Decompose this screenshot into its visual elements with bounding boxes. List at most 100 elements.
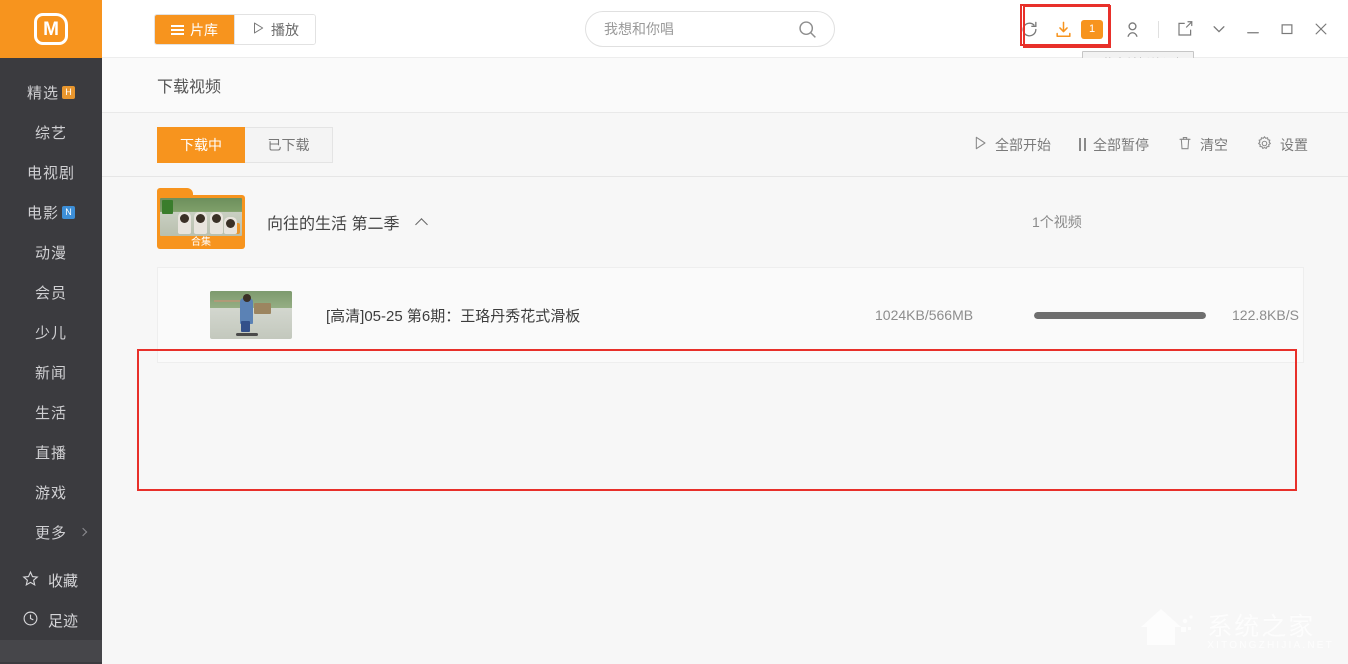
person-icon[interactable] [1115,12,1149,46]
clear-label: 清空 [1200,135,1228,155]
chevron-right-icon [79,528,87,536]
download-count-badge[interactable]: 1 [1081,20,1103,39]
thumb-box [254,303,271,314]
edit-icon[interactable] [1168,12,1202,46]
watermark-title: 系统之家 [1207,607,1334,643]
mode-switch: 片库 播放 [154,14,316,45]
sidebar-item-label: 精选 [27,82,59,103]
download-item-speed: 122.8KB/S [1232,307,1299,323]
sidebar-item-jingxuan[interactable]: 精选 H [0,72,102,112]
sidebar-item-label: 综艺 [35,122,67,143]
tab-downloading[interactable]: 下载中 [157,127,245,163]
sidebar-item-youxi[interactable]: 游戏 [0,472,102,512]
gear-icon [1256,135,1273,155]
window-controls: 1 [1012,12,1338,46]
sidebar-item-zongyi[interactable]: 综艺 [0,112,102,152]
thumb-skateboard [236,333,258,336]
sidebar-nav: 精选 H 综艺 电视剧 电影 N 动漫 会员 少儿 新闻 [0,58,102,552]
sidebar-item-partial[interactable] [0,640,102,662]
sidebar: 精选 H 综艺 电视剧 电影 N 动漫 会员 少儿 新闻 [0,0,102,664]
album-group-header[interactable]: 合集 向往的生活 第二季 1个视频 [102,191,1348,253]
search-input[interactable] [586,21,797,37]
settings-label: 设置 [1280,135,1308,155]
watermark-logo-icon [1135,603,1199,654]
pause-all-button[interactable]: 全部暂停 [1079,135,1149,155]
thumb-legs [241,321,250,332]
download-progress-fill [1034,312,1206,319]
search-icon[interactable] [797,19,818,40]
toolbar-divider [1158,21,1159,38]
start-all-label: 全部开始 [995,135,1051,155]
sidebar-item-label: 会员 [35,282,67,303]
folder-body-shape: 合集 [157,195,245,249]
thumb-rail [214,300,240,310]
sidebar-item-dianying[interactable]: 电影 N [0,192,102,232]
watermark-url: XITONGZHIJIA.NET [1207,640,1334,651]
sidebar-item-label: 动漫 [35,242,67,263]
settings-button[interactable]: 设置 [1256,135,1308,155]
refresh-icon[interactable] [1012,12,1046,46]
sidebar-bottom-nav: 收藏 足迹 [0,560,102,664]
search-box[interactable] [585,11,835,47]
preview-person [178,212,191,234]
main-content: 下载视频 下载中 已下载 全部开始 [102,58,1348,664]
sidebar-item-label: 直播 [35,442,67,463]
mango-tv-logo-icon [34,13,68,45]
tab-play-label: 播放 [271,20,299,40]
preview-green-badge [162,200,173,214]
app-logo[interactable] [0,0,102,58]
badge-h-icon: H [62,86,75,99]
download-icon[interactable] [1046,12,1080,46]
pause-icon [1079,138,1086,151]
download-tabs: 下载中 已下载 [157,127,333,163]
download-progress-bar[interactable] [1034,312,1206,319]
download-item-row[interactable]: [高清]05-25 第6期：王珞丹秀花式滑板 1024KB/566MB 122.… [157,267,1304,363]
star-icon [22,570,39,591]
toolbar-actions: 全部开始 全部暂停 清空 [972,135,1308,155]
start-all-button[interactable]: 全部开始 [972,135,1051,155]
download-item-highlight-box [137,349,1297,491]
chevron-down-icon[interactable] [1202,12,1236,46]
preview-person [224,217,237,234]
album-title: 向往的生活 第二季 [267,210,399,234]
tab-library[interactable]: 片库 [155,15,234,44]
sidebar-item-shaoer[interactable]: 少儿 [0,312,102,352]
album-folder-thumbnail: 合集 [157,195,245,249]
sidebar-item-zhibo[interactable]: 直播 [0,432,102,472]
sidebar-item-favorites[interactable]: 收藏 [0,560,102,600]
close-icon[interactable] [1304,12,1338,46]
minimize-icon[interactable] [1236,12,1270,46]
badge-n-icon: N [62,206,75,219]
sidebar-item-huiyuan[interactable]: 会员 [0,272,102,312]
sidebar-item-label: 收藏 [48,570,78,591]
thumb-head [243,294,251,302]
sidebar-item-dongman[interactable]: 动漫 [0,232,102,272]
tab-downloaded[interactable]: 已下载 [245,127,333,163]
sidebar-item-label: 生活 [35,402,67,423]
download-item-size: 1024KB/566MB [875,307,973,323]
sidebar-item-more[interactable]: 更多 [0,512,102,552]
chevron-up-icon[interactable] [416,218,429,231]
clock-icon [22,610,39,631]
preview-person [194,212,207,234]
tab-downloaded-label: 已下载 [268,135,310,155]
sidebar-item-dianshiju[interactable]: 电视剧 [0,152,102,192]
sidebar-item-xinwen[interactable]: 新闻 [0,352,102,392]
pause-all-label: 全部暂停 [1093,135,1149,155]
preview-person [210,212,223,234]
top-bar: 片库 播放 [102,0,1348,58]
sidebar-item-label: 电视剧 [27,162,75,183]
clear-button[interactable]: 清空 [1177,135,1228,155]
video-thumbnail [210,291,292,339]
sidebar-item-history[interactable]: 足迹 [0,600,102,640]
sidebar-item-label: 新闻 [35,362,67,383]
sidebar-item-label: 电影 [27,202,59,223]
tab-play[interactable]: 播放 [234,15,315,44]
play-icon [972,135,988,154]
hamburger-icon [171,25,184,35]
tab-downloading-label: 下载中 [180,135,222,155]
album-preview-image [160,198,242,236]
album-video-count: 1个视频 [1032,212,1082,232]
sidebar-item-shenghuo[interactable]: 生活 [0,392,102,432]
maximize-icon[interactable] [1270,12,1304,46]
